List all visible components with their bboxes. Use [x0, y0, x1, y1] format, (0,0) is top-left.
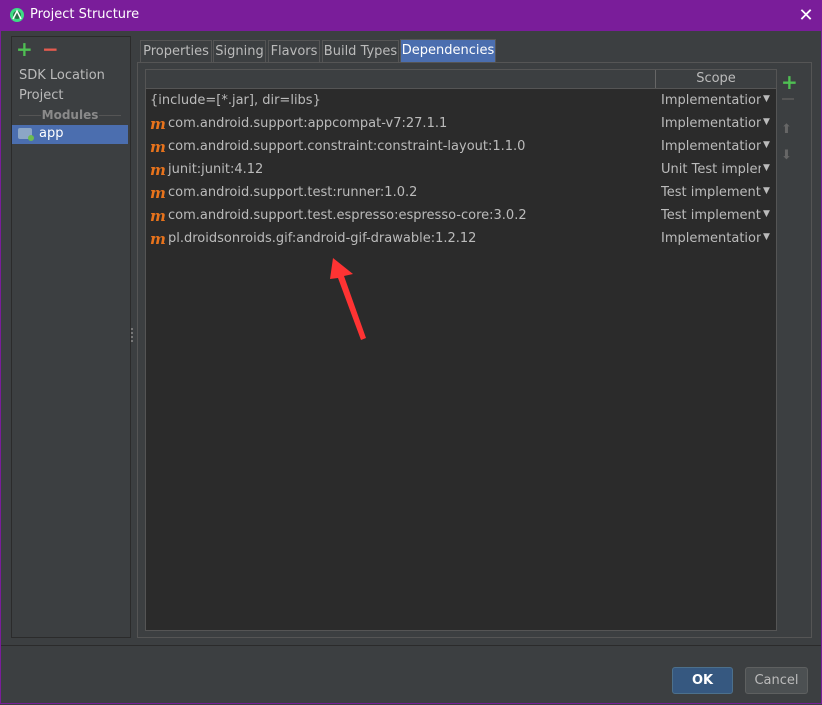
scope-value[interactable]: Implementation: [661, 93, 761, 108]
table-row[interactable]: m com.android.support.test.espresso:espr…: [146, 205, 776, 227]
annotation-arrow-icon: [330, 258, 366, 340]
maven-icon: m: [150, 115, 166, 133]
chevron-down-icon[interactable]: ▼: [763, 186, 770, 196]
sidebar-item-project[interactable]: Project: [19, 88, 63, 103]
divider: [1, 645, 821, 646]
tab-signing[interactable]: Signing: [213, 40, 266, 63]
add-icon[interactable]: +: [16, 39, 34, 59]
scope-value[interactable]: Implementation: [661, 139, 761, 154]
dependency-name: com.android.support:appcompat-v7:27.1.1: [168, 116, 448, 131]
chevron-down-icon[interactable]: ▼: [763, 232, 770, 242]
maven-icon: m: [150, 138, 166, 156]
ok-button[interactable]: OK: [672, 667, 733, 694]
tab-build-types[interactable]: Build Types: [322, 40, 399, 63]
sidebar-item-app[interactable]: app: [12, 125, 128, 144]
modules-header: Modules: [11, 108, 129, 122]
table-row[interactable]: m com.android.support.constraint:constra…: [146, 136, 776, 158]
maven-icon: m: [150, 184, 166, 202]
table-header: Scope: [146, 70, 776, 89]
title-bar: Project Structure ✕: [0, 0, 822, 31]
move-up-icon[interactable]: ⬆: [781, 122, 792, 137]
table-row[interactable]: m junit:junit:4.12 Unit Test implem... ▼: [146, 159, 776, 181]
table-row[interactable]: m pl.droidsonroids.gif:android-gif-drawa…: [146, 228, 776, 250]
module-folder-icon: [18, 128, 34, 141]
sidebar-item-sdk-location[interactable]: SDK Location: [19, 68, 105, 83]
tab-dependencies[interactable]: Dependencies: [400, 39, 496, 63]
chevron-down-icon[interactable]: ▼: [763, 94, 770, 104]
add-dependency-icon[interactable]: +: [781, 72, 798, 92]
splitter-handle[interactable]: [131, 328, 134, 346]
chevron-down-icon[interactable]: ▼: [763, 117, 770, 127]
maven-icon: m: [150, 161, 166, 179]
chevron-down-icon[interactable]: ▼: [763, 140, 770, 150]
tab-flavors[interactable]: Flavors: [268, 40, 320, 63]
scope-value[interactable]: Implementation: [661, 231, 761, 246]
android-studio-icon: [10, 8, 24, 22]
scope-value[interactable]: Test implementat...: [661, 208, 761, 223]
scope-column-header[interactable]: Scope: [656, 71, 776, 86]
close-icon[interactable]: ✕: [790, 0, 822, 31]
dependency-name: com.android.support.test:runner:1.0.2: [168, 185, 418, 200]
dependency-name: com.android.support.constraint:constrain…: [168, 139, 526, 154]
dependency-name: com.android.support.test.espresso:espres…: [168, 208, 527, 223]
tab-properties[interactable]: Properties: [140, 40, 212, 63]
dependency-name: pl.droidsonroids.gif:android-gif-drawabl…: [168, 231, 477, 246]
dependencies-table: Scope {include=[*.jar], dir=libs} Implem…: [145, 69, 777, 631]
scope-value[interactable]: Unit Test implem...: [661, 162, 761, 177]
remove-icon[interactable]: −: [42, 39, 60, 59]
table-row[interactable]: m com.android.support:appcompat-v7:27.1.…: [146, 113, 776, 135]
dependency-name: {include=[*.jar], dir=libs}: [150, 93, 321, 108]
maven-icon: m: [150, 230, 166, 248]
scope-value[interactable]: Implementation: [661, 116, 761, 131]
cancel-button[interactable]: Cancel: [745, 667, 808, 694]
table-row[interactable]: {include=[*.jar], dir=libs} Implementati…: [146, 90, 776, 112]
chevron-down-icon[interactable]: ▼: [763, 209, 770, 219]
maven-icon: m: [150, 207, 166, 225]
dependency-name: junit:junit:4.12: [168, 162, 264, 177]
window-title: Project Structure: [30, 7, 140, 22]
sidebar-item-label: app: [39, 126, 64, 141]
move-down-icon[interactable]: ⬇: [781, 148, 792, 163]
scope-value[interactable]: Test implementat...: [661, 185, 761, 200]
table-row[interactable]: m com.android.support.test:runner:1.0.2 …: [146, 182, 776, 204]
chevron-down-icon[interactable]: ▼: [763, 163, 770, 173]
remove-dependency-icon[interactable]: [782, 98, 794, 100]
